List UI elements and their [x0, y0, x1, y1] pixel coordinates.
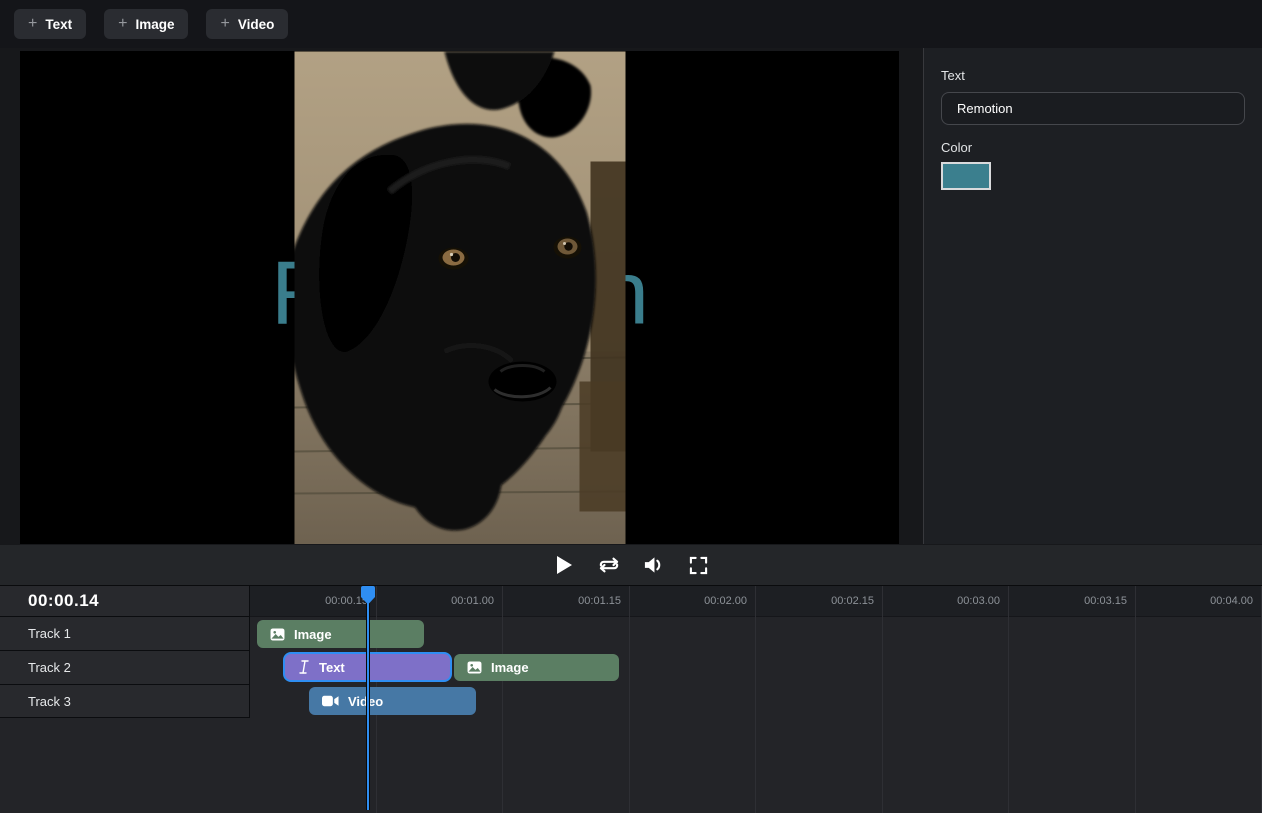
add-image-label: Image: [135, 17, 174, 32]
track-header-3: Track 3: [0, 685, 250, 718]
timeline-lanes[interactable]: 00:00.1500:01.0000:01.1500:02.0000:02.15…: [250, 586, 1262, 813]
ruler-tick-label: 00:03.00: [957, 586, 1000, 617]
ruler-tick-label: 00:04.00: [1210, 586, 1253, 617]
timeline-gridline: 00:03.15: [1009, 586, 1136, 813]
playhead-marker[interactable]: [360, 585, 376, 610]
timeline: 00:00.14 Track 1Track 2Track 3 00:00.150…: [0, 586, 1262, 813]
add-text-label: Text: [45, 17, 72, 32]
plus-icon: +: [220, 16, 229, 32]
add-text-button[interactable]: + Text: [14, 9, 86, 39]
toolbar: + Text + Image + Video: [0, 0, 1262, 48]
preview-stage: Remotion: [0, 48, 923, 545]
track-header-1: Track 1: [0, 617, 250, 651]
timeline-gridline: 00:01.15: [503, 586, 630, 813]
play-icon: [555, 555, 573, 575]
image-icon: [270, 628, 285, 641]
text-cursor-icon: [298, 660, 310, 674]
text-field-label: Text: [941, 68, 1245, 83]
text-input[interactable]: [941, 92, 1245, 125]
volume-icon: [643, 555, 664, 575]
video-editor-app: + Text + Image + Video Remotion: [0, 0, 1262, 813]
track-header-2: Track 2: [0, 651, 250, 685]
clip-label: Image: [294, 627, 332, 642]
fullscreen-button[interactable]: [687, 553, 711, 577]
add-image-button[interactable]: + Image: [104, 9, 188, 39]
preview-canvas: Remotion: [20, 51, 899, 544]
ruler-tick-label: 00:01.15: [578, 586, 621, 617]
inspector-panel: Text Color: [923, 48, 1262, 544]
image-icon: [467, 661, 482, 674]
clip-label: Image: [491, 660, 529, 675]
ruler-tick-label: 00:01.00: [451, 586, 494, 617]
color-field-label: Color: [941, 140, 1245, 155]
timeline-gridline: 00:02.00: [630, 586, 756, 813]
plus-icon: +: [28, 16, 37, 32]
timeline-gridline: 00:03.00: [883, 586, 1009, 813]
ruler-tick-label: 00:02.00: [704, 586, 747, 617]
image-clip[interactable]: Image: [454, 654, 619, 681]
add-video-label: Video: [238, 17, 275, 32]
ruler-tick-label: 00:03.15: [1084, 586, 1127, 617]
volume-button[interactable]: [642, 553, 666, 577]
add-video-button[interactable]: + Video: [206, 9, 288, 39]
player-controls: [0, 545, 1262, 586]
loop-icon: [598, 556, 620, 574]
timeline-gridline: 00:02.15: [756, 586, 883, 813]
timeline-gridline: 00:04.00: [1136, 586, 1262, 813]
video-clip[interactable]: Video: [309, 687, 476, 715]
play-button[interactable]: [552, 553, 576, 577]
clip-label: Text: [319, 660, 345, 675]
loop-button[interactable]: [597, 553, 621, 577]
video-camera-icon: [322, 695, 339, 707]
fullscreen-icon: [689, 556, 708, 575]
timeline-left-panel: 00:00.14 Track 1Track 2Track 3: [0, 586, 250, 718]
ruler-tick-label: 00:02.15: [831, 586, 874, 617]
dog-photo: [294, 51, 625, 544]
image-clip[interactable]: Image: [257, 620, 424, 648]
playhead-line[interactable]: [366, 586, 370, 810]
current-timecode: 00:00.14: [0, 586, 250, 617]
color-swatch[interactable]: [941, 162, 991, 190]
plus-icon: +: [118, 16, 127, 32]
